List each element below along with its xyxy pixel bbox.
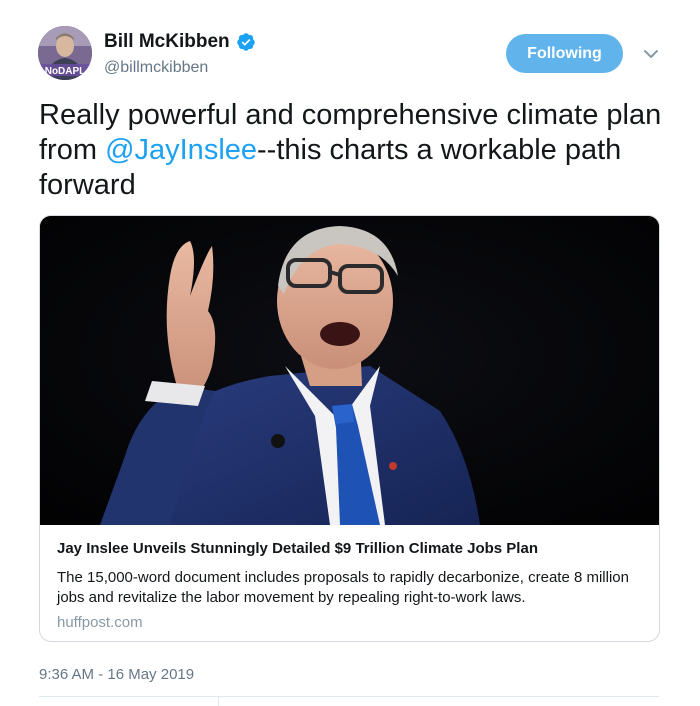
card-domain: huffpost.com [57,614,143,631]
card-body: Jay Inslee Unveils Stunningly Detailed $… [57,539,647,631]
chevron-down-icon[interactable] [641,44,661,64]
card-title[interactable]: Jay Inslee Unveils Stunningly Detailed $… [57,539,647,558]
card-photo [40,216,659,525]
name-row: Bill McKibben [104,31,256,53]
card-description: The 15,000-word document includes propos… [57,569,629,606]
display-name[interactable]: Bill McKibben [104,31,230,53]
mention-link[interactable]: @JayInslee [105,134,257,166]
verified-badge-icon [236,33,255,51]
link-card[interactable]: Jay Inslee Unveils Stunningly Detailed $… [39,215,660,642]
divider [39,696,659,697]
divider-tick [218,696,219,706]
tweet-timestamp[interactable]: 9:36 AM - 16 May 2019 [39,666,194,683]
card-image[interactable] [40,216,659,525]
user-handle[interactable]: @billmckibben [104,59,208,77]
following-button[interactable]: Following [506,34,623,73]
tweet-text: Really powerful and comprehensive climat… [39,98,669,203]
avatar-image: NoDAPL [38,26,92,80]
avatar[interactable]: NoDAPL [38,26,92,80]
avatar-badge-text: NoDAPL [45,66,86,77]
